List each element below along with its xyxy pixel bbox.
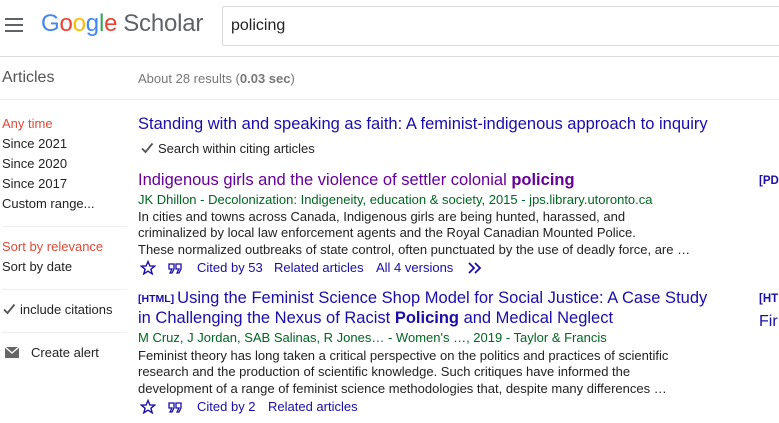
result-title[interactable]: [HTML] Using the Feminist Science Shop Mo… <box>138 289 707 308</box>
star-icon[interactable] <box>140 260 156 276</box>
cite-icon[interactable] <box>167 399 183 415</box>
divider <box>2 289 127 290</box>
snippet-line: research and the production of scientifi… <box>138 364 631 380</box>
checkmark-icon <box>141 142 154 154</box>
sort-by-relevance[interactable]: Sort by relevance <box>2 239 103 254</box>
html-tag: [HTML] <box>138 293 175 305</box>
search-within-label: Search within citing articles <box>158 141 315 156</box>
html-link[interactable]: [HT <box>759 293 778 305</box>
create-alert-label: Create alert <box>31 345 99 360</box>
search-within-citing-checkbox[interactable]: Search within citing articles <box>140 141 315 156</box>
more-icon[interactable] <box>467 260 483 276</box>
result-authors: M Cruz, J Jordan, SAB Salinas, R Jones… … <box>138 330 607 345</box>
filter-since-2020[interactable]: Since 2020 <box>2 156 67 171</box>
menu-icon[interactable] <box>5 18 23 32</box>
search-input-value: policing <box>231 17 286 34</box>
google-scholar-logo[interactable]: Google Scholar <box>41 10 203 38</box>
search-input[interactable]: policing <box>222 6 779 46</box>
related-articles-link[interactable]: Related articles <box>268 399 358 414</box>
star-icon[interactable] <box>140 399 156 415</box>
results-suffix: ) <box>290 71 295 86</box>
snippet-line: development of a range of feminist scien… <box>138 380 667 396</box>
result-actions: Cited by 53 Related articles All 4 versi… <box>138 260 538 278</box>
result-title-highlight: policing <box>511 171 575 189</box>
divider <box>0 99 779 100</box>
results-prefix: About 28 results ( <box>138 71 240 86</box>
cited-by-link[interactable]: Cited by 2 <box>197 399 256 414</box>
cite-icon[interactable] <box>167 260 183 276</box>
checkmark-icon <box>3 303 16 315</box>
result-title-text: Indigenous girls and the violence of set… <box>138 171 512 189</box>
envelope-icon <box>4 346 20 358</box>
result-title-highlight: Policing <box>394 309 459 327</box>
result-title-line2[interactable]: in Challenging the Nexus of Racist Polic… <box>138 309 613 328</box>
result-snippet: Feminist theory has long taken a critica… <box>138 348 668 397</box>
filter-since-2017[interactable]: Since 2017 <box>2 176 67 191</box>
snippet-line: In cities and towns across Canada, Indig… <box>138 209 626 224</box>
section-label: Articles <box>2 69 55 86</box>
result-snippet: In cities and towns across Canada, Indig… <box>138 209 690 258</box>
related-articles-link[interactable]: Related articles <box>274 260 364 275</box>
results-count: About 28 results (0.03 sec) <box>138 71 295 86</box>
logo-scholar: Scholar <box>123 10 204 37</box>
result-title-text: in Challenging the Nexus of Racist <box>138 309 395 327</box>
snippet-line: criminalized by local law enforcement ag… <box>138 225 636 241</box>
snippet-line: Feminist theory has long taken a critica… <box>138 348 669 363</box>
create-alert-button[interactable]: Create alert <box>2 345 99 360</box>
include-citations-label: include citations <box>20 302 113 317</box>
include-citations-checkbox[interactable]: include citations <box>2 302 113 317</box>
sort-by-date[interactable]: Sort by date <box>2 259 72 274</box>
snippet-line: These normalized outbreaks of state cont… <box>138 241 691 257</box>
header: Google Scholar policing <box>0 0 779 57</box>
results-time: 0.03 sec <box>239 71 291 86</box>
filter-since-2021[interactable]: Since 2021 <box>2 136 67 151</box>
divider <box>2 332 127 333</box>
html-link-source[interactable]: Fir <box>759 313 778 331</box>
cited-by-link[interactable]: Cited by 53 <box>197 260 263 275</box>
filter-custom-range[interactable]: Custom range... <box>2 196 95 211</box>
citing-article-title[interactable]: Standing with and speaking as faith: A f… <box>138 115 708 134</box>
logo-google: Google <box>41 10 118 37</box>
result-title-text: Using the Feminist Science Shop Model fo… <box>177 289 708 307</box>
divider <box>2 226 127 227</box>
filter-any-time[interactable]: Any time <box>2 116 53 131</box>
result-title-text: and Medical Neglect <box>458 309 614 327</box>
result-title[interactable]: Indigenous girls and the violence of set… <box>138 171 575 190</box>
pdf-link[interactable]: [PD <box>759 175 779 187</box>
result-actions: Cited by 2 Related articles <box>138 399 438 417</box>
result-authors: JK Dhillon - Decolonization: Indigeneity… <box>138 192 653 207</box>
all-versions-link[interactable]: All 4 versions <box>376 260 453 275</box>
